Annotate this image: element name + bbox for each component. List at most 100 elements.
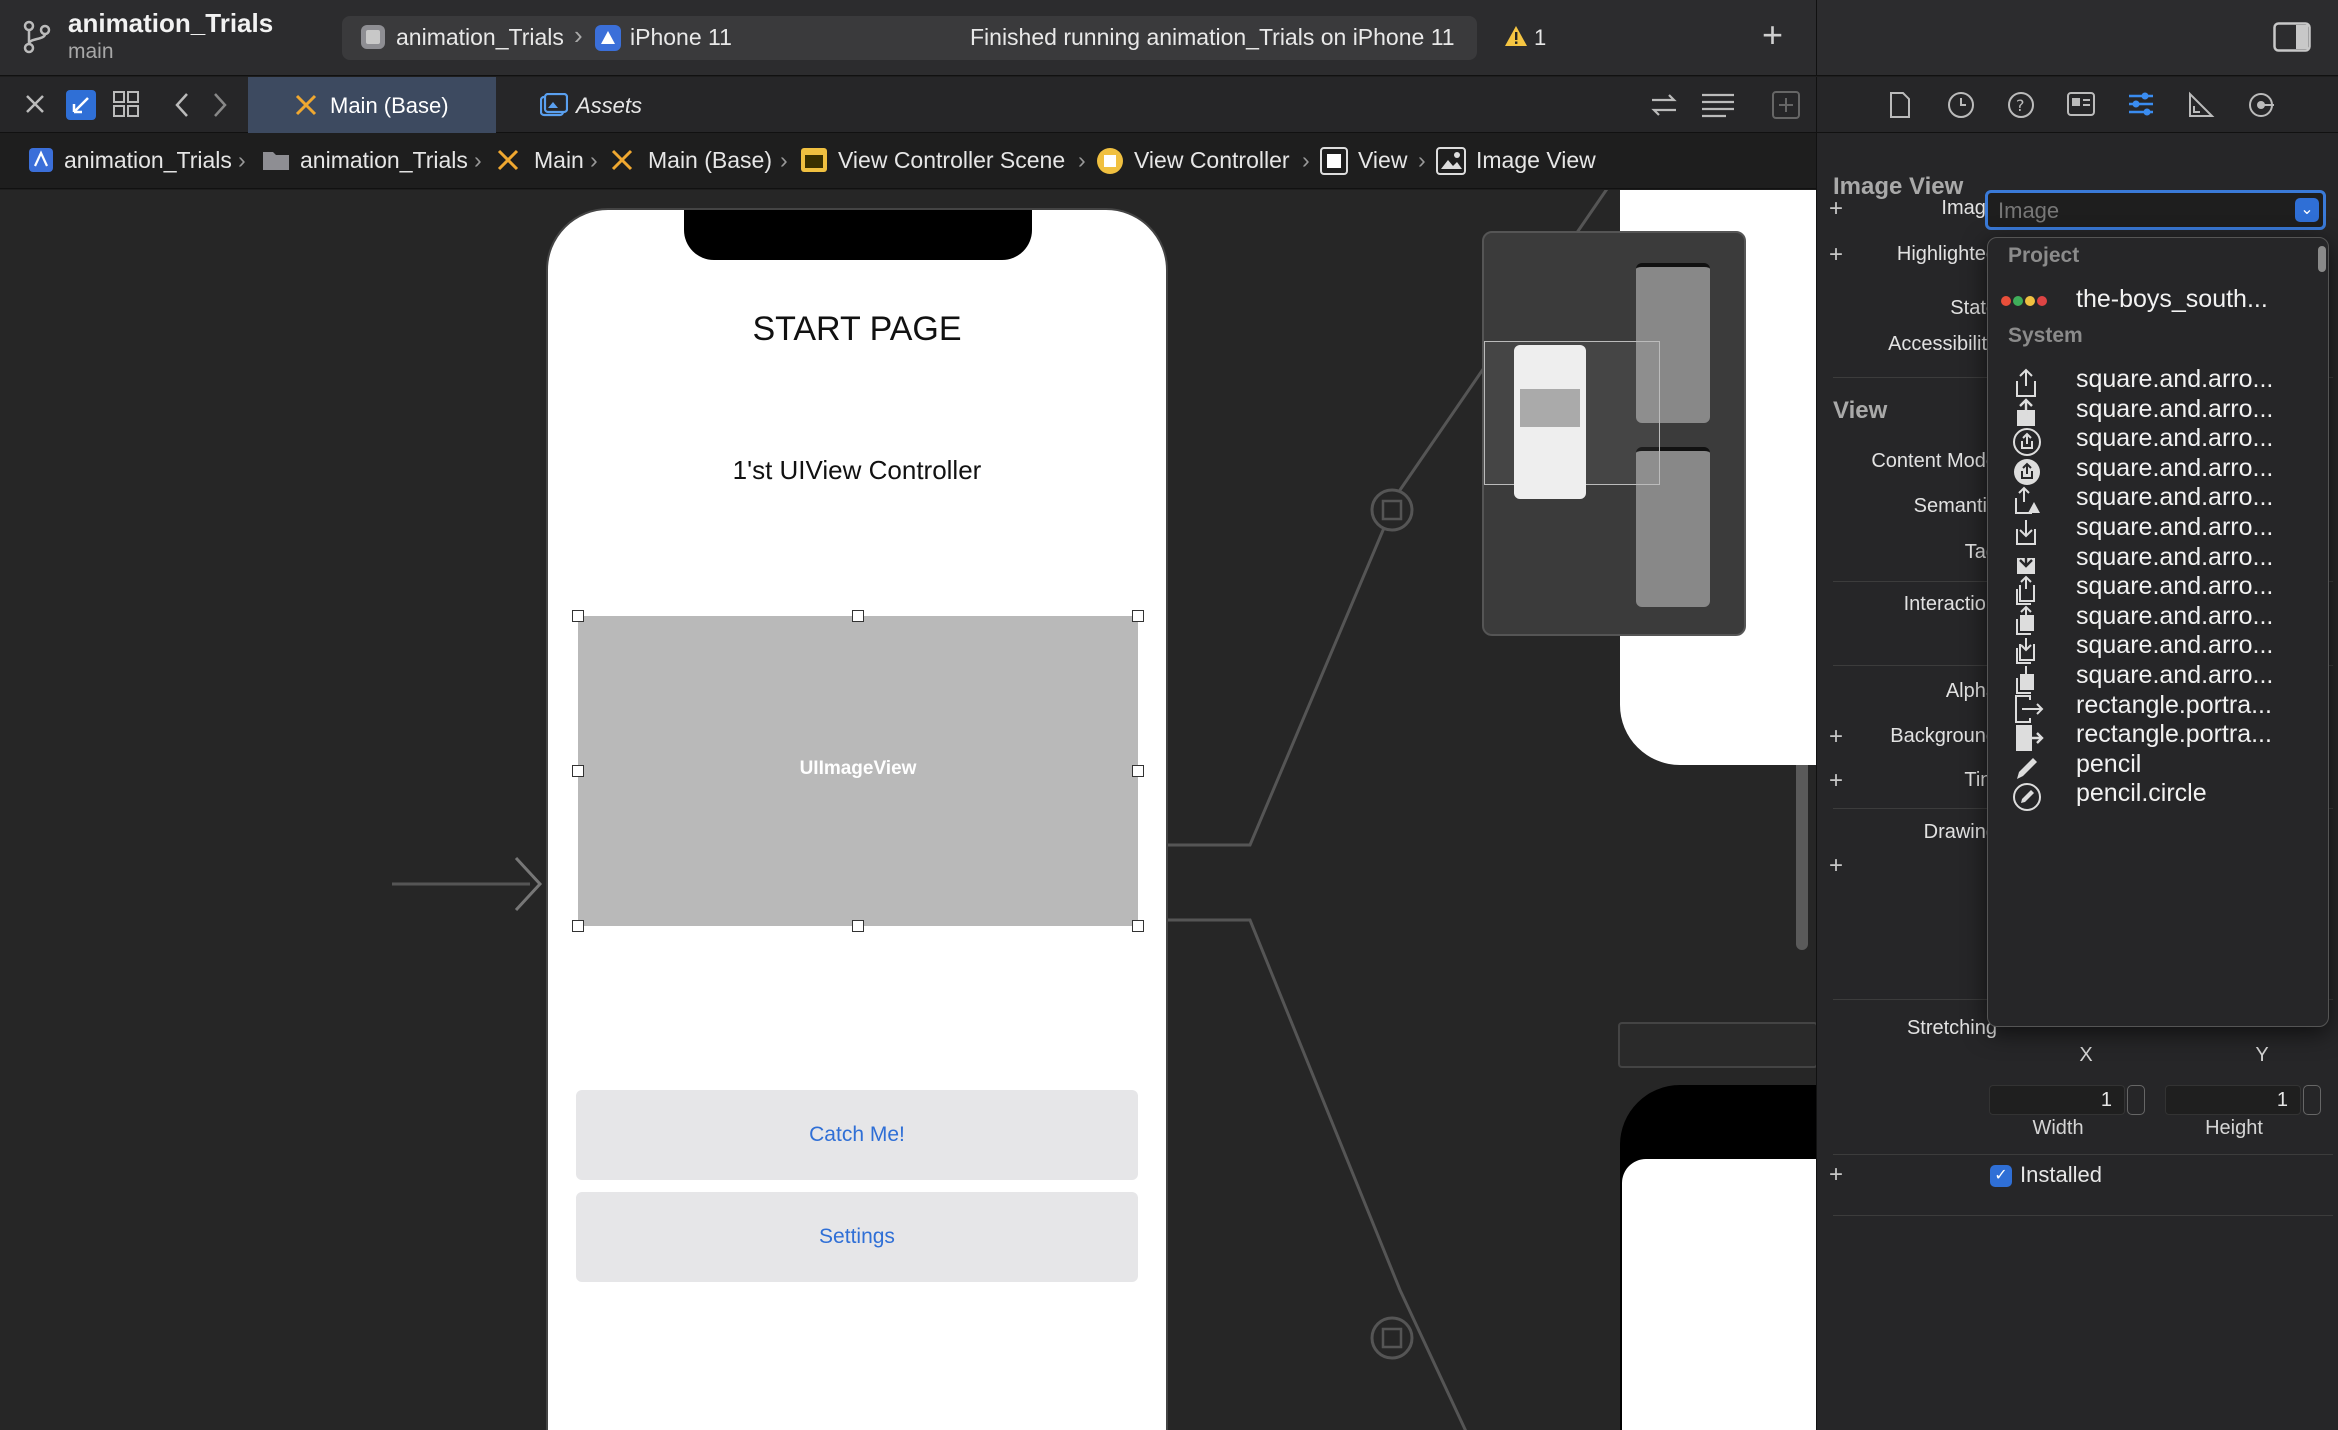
view-section-title: View xyxy=(1833,397,1888,424)
add-editor-icon[interactable] xyxy=(1772,91,1800,119)
scene-icon xyxy=(800,147,828,173)
project-file-icon xyxy=(28,147,54,173)
resize-handle[interactable] xyxy=(572,920,584,932)
resize-handle[interactable] xyxy=(852,610,864,622)
width-label: Width xyxy=(2032,1117,2084,1139)
image-name-placeholder[interactable]: Image xyxy=(1998,198,2059,224)
dropdown-scrollbar[interactable] xyxy=(2318,246,2326,272)
toggle-inspector-icon[interactable] xyxy=(2273,22,2311,52)
tab-main-base[interactable]: Main (Base) xyxy=(248,77,496,133)
editor-tab-bar: Main (Base) Assets xyxy=(0,77,1816,133)
resize-handle[interactable] xyxy=(1132,610,1144,622)
identity-inspector-icon[interactable] xyxy=(2067,92,2095,116)
dropdown-item-project-image[interactable]: the-boys_south... xyxy=(1988,278,2328,322)
add-library-button[interactable]: + xyxy=(1762,14,1783,56)
stretch-x-label: X xyxy=(2079,1044,2093,1066)
selected-image-view[interactable]: UIImageView xyxy=(578,616,1138,926)
breadcrumb-chevron-icon: › xyxy=(780,147,788,173)
third-scene-content xyxy=(1622,1159,1816,1430)
warning-count: 1 xyxy=(1534,25,1547,50)
resize-handle[interactable] xyxy=(852,920,864,932)
breadcrumb-view[interactable]: View xyxy=(1358,147,1407,174)
device-selector[interactable]: iPhone 11 xyxy=(630,24,732,51)
connections-inspector-icon[interactable] xyxy=(2247,91,2275,119)
view-controller-iphone-frame[interactable]: START PAGE 1'st UIView Controller UIImag… xyxy=(546,208,1168,1430)
highlighted-label: Highlighted xyxy=(1896,243,1997,265)
breadcrumb-chevron-icon: › xyxy=(1302,147,1310,173)
simulator-device-icon xyxy=(594,24,622,52)
breadcrumb-scene[interactable]: View Controller Scene xyxy=(838,147,1065,174)
minimap-image-view xyxy=(1520,389,1580,427)
history-inspector-icon[interactable] xyxy=(1947,91,1975,119)
help-inspector-icon[interactable]: ? xyxy=(2007,91,2035,119)
breadcrumb-project[interactable]: animation_Trials xyxy=(64,147,232,174)
breadcrumb-image-view[interactable]: Image View xyxy=(1476,147,1596,174)
image-combo-dropdown-button[interactable]: ⌄ xyxy=(2295,198,2319,222)
project-name: animation_Trials xyxy=(68,8,274,38)
resize-handle[interactable] xyxy=(1132,765,1144,777)
editor-options-icon[interactable] xyxy=(1700,91,1736,119)
attributes-inspector-icon[interactable] xyxy=(2127,90,2155,118)
catch-me-button[interactable]: Catch Me! xyxy=(576,1090,1138,1180)
dropdown-item-label: the-boys_south... xyxy=(2076,285,2268,313)
interaction-label: Interaction xyxy=(1903,593,1997,615)
assets-catalog-icon xyxy=(540,93,568,117)
stretch-height-stepper[interactable] xyxy=(2303,1085,2321,1115)
stretch-width-stepper[interactable] xyxy=(2127,1085,2145,1115)
settings-button[interactable]: Settings xyxy=(576,1192,1138,1282)
forward-chevron-icon[interactable] xyxy=(212,92,228,118)
uiview-controller-label[interactable]: 1'st UIView Controller xyxy=(548,455,1166,486)
alpha-label: Alpha xyxy=(1945,680,1997,702)
file-inspector-icon[interactable] xyxy=(1889,91,1911,119)
stretch-width-field[interactable]: 1 xyxy=(1989,1085,2125,1115)
resize-handle[interactable] xyxy=(572,765,584,777)
storyboard-canvas[interactable]: START PAGE 1'st UIView Controller UIImag… xyxy=(0,190,1816,1430)
branch-name: main xyxy=(68,40,114,63)
storyboard-icon xyxy=(610,148,634,172)
installed-label: Installed xyxy=(2020,1162,2102,1187)
breadcrumb-main[interactable]: Main xyxy=(534,147,584,174)
image-name-combo-field[interactable]: Image ⌄ xyxy=(1985,190,2326,230)
image-suggestions-dropdown[interactable]: Project the-boys_south... System square.… xyxy=(1987,237,2329,1027)
drawing-label: Drawing xyxy=(1923,821,1997,843)
installed-checkbox[interactable]: ✓ xyxy=(1990,1165,2012,1187)
close-icon[interactable] xyxy=(24,93,46,115)
related-items-icon[interactable] xyxy=(66,90,96,120)
size-inspector-icon[interactable] xyxy=(2187,91,2215,119)
back-chevron-icon[interactable] xyxy=(174,92,190,118)
breadcrumb-chevron-icon: › xyxy=(474,147,482,173)
system-section-header: System xyxy=(2008,324,2083,347)
breadcrumb-main-base[interactable]: Main (Base) xyxy=(648,147,772,174)
source-control-branch-icon[interactable] xyxy=(22,20,52,54)
add-variation-button[interactable]: + xyxy=(1829,1161,1843,1189)
project-section-header: Project xyxy=(2008,244,2080,267)
storyboard-minimap[interactable] xyxy=(1482,231,1746,636)
build-status-text: Finished running animation_Trials on iPh… xyxy=(970,24,1455,50)
third-scene-frame[interactable] xyxy=(1620,1085,1816,1430)
dropdown-item-system-symbol[interactable]: pencil.circle xyxy=(1988,772,2328,816)
svg-text:?: ? xyxy=(2016,96,2025,115)
add-variation-button[interactable]: + xyxy=(1829,852,1843,880)
breadcrumb-view-controller[interactable]: View Controller xyxy=(1134,147,1290,174)
toolbar-right-area xyxy=(1816,0,2338,76)
breadcrumb-folder[interactable]: animation_Trials xyxy=(300,147,468,174)
window-toolbar: animation_Trials main animation_Trials ›… xyxy=(0,0,1816,76)
scene-dock-bar xyxy=(1618,1022,1816,1068)
resize-handle[interactable] xyxy=(572,610,584,622)
image-thumbnail-icon xyxy=(2000,292,2056,310)
folder-icon xyxy=(262,149,290,171)
view-icon xyxy=(1320,147,1348,175)
stretch-height-field[interactable]: 1 xyxy=(2165,1085,2301,1115)
storyboard-icon xyxy=(294,93,318,117)
warning-icon[interactable] xyxy=(1504,25,1528,47)
inspector-tab-bar: ? xyxy=(1817,77,2338,133)
state-label: State xyxy=(1950,297,1997,319)
grid-layout-icon[interactable] xyxy=(112,90,140,118)
background-label: Background xyxy=(1890,725,1997,747)
code-review-icon[interactable] xyxy=(1650,93,1678,117)
tab-assets[interactable]: Assets xyxy=(532,77,702,133)
start-page-label[interactable]: START PAGE xyxy=(548,310,1166,349)
scheme-selector[interactable]: animation_Trials xyxy=(396,24,564,51)
jump-bar: animation_Trials › animation_Trials › Ma… xyxy=(0,133,1816,189)
resize-handle[interactable] xyxy=(1132,920,1144,932)
